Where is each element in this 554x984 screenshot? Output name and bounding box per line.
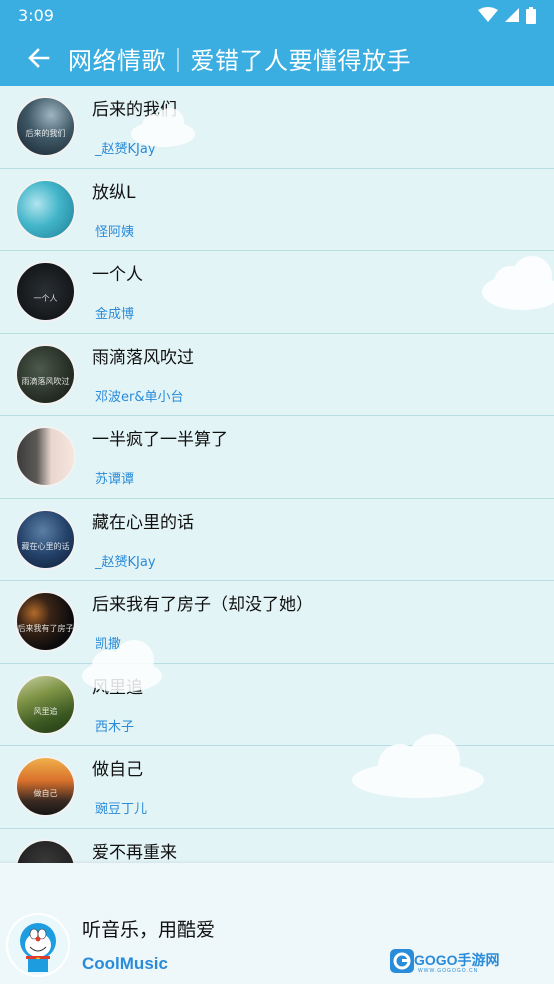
song-title: 爱不再重来 bbox=[92, 842, 177, 863]
song-title: 一个人 bbox=[92, 265, 143, 285]
back-button[interactable] bbox=[24, 43, 54, 73]
cover-text: 做自己 bbox=[33, 789, 58, 798]
artist-name: 邓波er&单小台 bbox=[95, 389, 184, 405]
song-title: 藏在心里的话 bbox=[92, 512, 194, 533]
status-bar: 3:09 bbox=[0, 0, 554, 30]
album-cover: 风里追 bbox=[15, 673, 76, 735]
song-row[interactable]: 藏在心里的话 藏在心里的话 _赵赟KJay bbox=[0, 499, 554, 581]
song-list[interactable]: 后来的我们 后来的我们 _赵赟KJay 放纵L 怪阿姨 一个人 一个人 金成博 … bbox=[0, 86, 554, 863]
status-time: 3:09 bbox=[18, 5, 54, 25]
cover-text: 雨滴落风吹过 bbox=[21, 376, 70, 386]
cover-text: 后来的我们 bbox=[25, 129, 66, 138]
song-title: 做自己 bbox=[92, 760, 143, 780]
app-bar: 网络情歌｜爱错了人要懂得放手 bbox=[0, 30, 554, 86]
album-cover: 后来的我们 bbox=[15, 96, 76, 157]
brand-name: CoolMusic bbox=[82, 954, 168, 973]
artist-name: _赵赟KJay bbox=[95, 554, 156, 570]
cover-text: 一个人 bbox=[33, 294, 58, 303]
status-icons bbox=[478, 6, 536, 24]
cover-text: 藏在心里的话 bbox=[21, 541, 70, 551]
cover-text: 后来我有了房子 bbox=[17, 624, 74, 633]
album-cover: 做自己 bbox=[15, 756, 76, 817]
app-footer: 听音乐，用酷爱 CoolMusic GOGO手游网 WWW.GOGOGO.CN bbox=[0, 863, 554, 984]
song-row[interactable]: 风里追 风里追 西木子 bbox=[0, 664, 554, 746]
doraemon-logo bbox=[8, 915, 68, 975]
artist-name: 怪阿姨 bbox=[95, 224, 135, 240]
album-cover: 雨滴落风吹过 bbox=[15, 343, 76, 405]
gogo-logo-icon bbox=[390, 949, 414, 973]
song-row[interactable]: 放纵L 怪阿姨 bbox=[0, 169, 554, 251]
song-title: 雨滴落风吹过 bbox=[92, 347, 194, 368]
song-row[interactable]: 后来我有了房子 后来我有了房子（却没了她） 凯撒 bbox=[0, 581, 554, 664]
page-title: 网络情歌｜爱错了人要懂得放手 bbox=[68, 46, 411, 75]
app-logo[interactable] bbox=[6, 913, 70, 977]
watermark-text: GOGO手游网 bbox=[414, 952, 500, 968]
song-row[interactable]: 雨滴落风吹过 雨滴落风吹过 邓波er&单小台 bbox=[0, 334, 554, 416]
battery-icon bbox=[526, 6, 536, 24]
song-title: 风里追 bbox=[92, 677, 143, 698]
song-row[interactable]: 一半疯了一半算了 苏谭谭 bbox=[0, 416, 554, 499]
artist-name: 西木子 bbox=[95, 719, 135, 735]
album-cover bbox=[15, 178, 76, 240]
album-cover: 后来我有了房子 bbox=[15, 591, 76, 652]
song-title: 放纵L bbox=[92, 182, 136, 203]
cover-text: 风里追 bbox=[33, 706, 58, 716]
artist-name: 苏谭谭 bbox=[95, 472, 135, 487]
song-row[interactable]: 做自己 做自己 豌豆丁儿 bbox=[0, 746, 554, 829]
artist-name: 豌豆丁儿 bbox=[95, 802, 148, 817]
song-title: 后来的我们 bbox=[92, 100, 177, 120]
album-cover bbox=[15, 426, 76, 487]
song-row[interactable]: 一个人 一个人 金成博 bbox=[0, 251, 554, 334]
signal-icon bbox=[505, 8, 519, 22]
artist-name: _赵赟KJay bbox=[95, 142, 156, 157]
album-cover bbox=[15, 838, 76, 863]
watermark-subtext: WWW.GOGOGO.CN bbox=[418, 968, 479, 974]
song-title: 后来我有了房子（却没了她） bbox=[92, 595, 313, 615]
album-cover: 一个人 bbox=[15, 261, 76, 322]
song-row[interactable]: 爱不再重来 bbox=[0, 829, 554, 863]
app-slogan: 听音乐，用酷爱 bbox=[82, 919, 216, 941]
watermark-logo: GOGO手游网 WWW.GOGOGO.CN bbox=[390, 947, 500, 977]
artist-name: 金成博 bbox=[95, 307, 135, 322]
artist-name: 凯撒 bbox=[95, 637, 122, 652]
wifi-icon bbox=[478, 7, 498, 22]
song-title: 一半疯了一半算了 bbox=[92, 430, 228, 450]
song-row[interactable]: 后来的我们 后来的我们 _赵赟KJay bbox=[0, 86, 554, 169]
arrow-left-icon bbox=[28, 48, 50, 68]
album-cover: 藏在心里的话 bbox=[15, 508, 76, 570]
